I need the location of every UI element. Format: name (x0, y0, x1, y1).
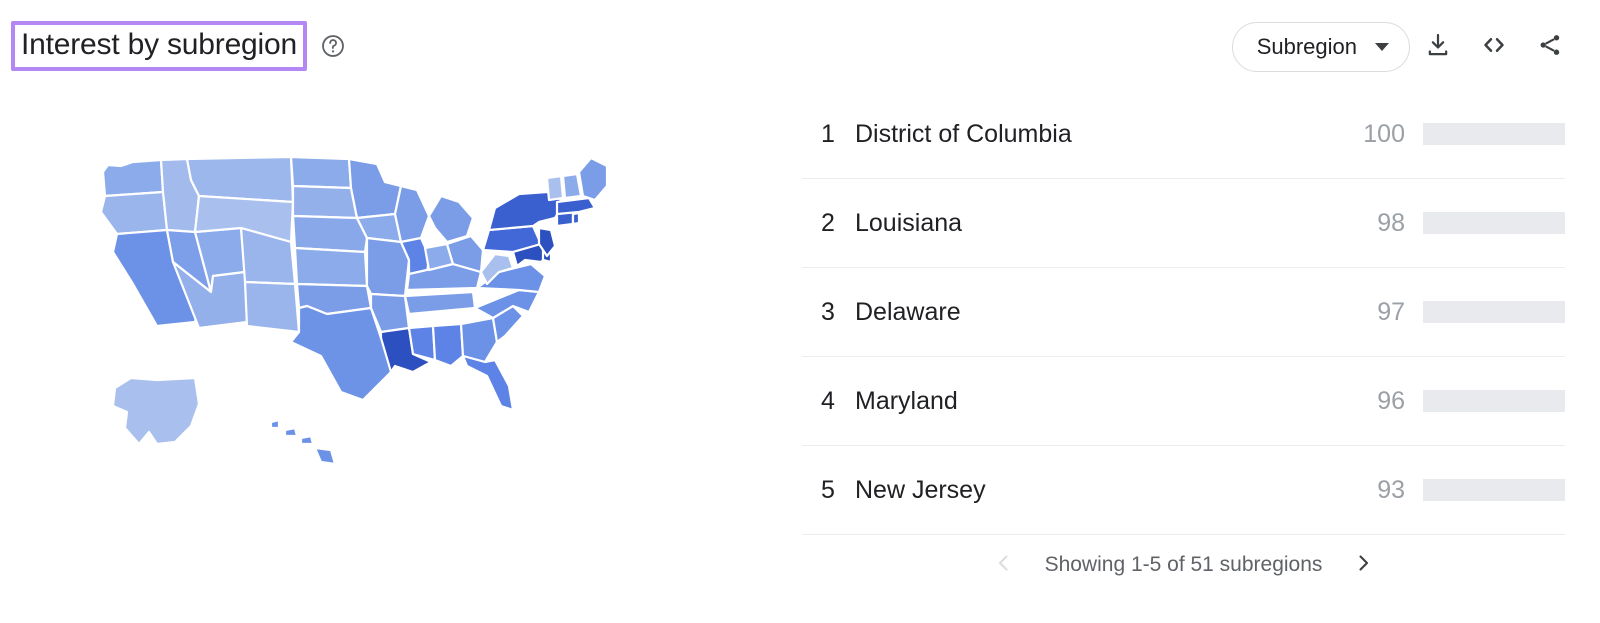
share-icon (1536, 31, 1564, 64)
table-row[interactable]: 4 Maryland 96 (802, 357, 1565, 446)
rank-number: 1 (821, 119, 835, 148)
rank-bar-track (1423, 301, 1565, 323)
rank-value: 93 (1377, 475, 1405, 504)
map-state-or[interactable] (99, 190, 169, 236)
rank-number: 5 (821, 475, 835, 504)
map-state-hi[interactable] (269, 418, 337, 466)
map-state-wa[interactable] (101, 158, 165, 198)
embed-button[interactable] (1466, 22, 1522, 72)
subregion-select-value: Subregion (1256, 34, 1357, 59)
map-state-ne[interactable] (291, 214, 369, 254)
rank-number: 2 (821, 208, 835, 237)
pagination-next-button[interactable] (1348, 550, 1378, 580)
download-button[interactable] (1410, 22, 1466, 72)
rank-bar-track (1423, 123, 1565, 145)
map-state-nh[interactable] (561, 172, 583, 200)
rank-region-name: New Jersey (855, 475, 986, 504)
map-panel (0, 96, 790, 623)
rank-bar-track (1423, 479, 1565, 501)
map-state-ga[interactable] (459, 316, 499, 364)
table-row[interactable]: 1 District of Columbia 100 (802, 90, 1565, 179)
pagination-status: Showing 1-5 of 51 subregions (1044, 553, 1323, 576)
pagination-prev-button[interactable] (989, 550, 1019, 580)
rank-number: 3 (821, 297, 835, 326)
title-area: Interest by subregion (11, 21, 347, 71)
chevron-right-icon (1351, 551, 1375, 580)
map-state-nm[interactable] (243, 280, 301, 334)
us-choropleth-map[interactable] (95, 156, 655, 486)
help-circle-icon[interactable] (319, 32, 347, 60)
rank-region-name: Maryland (855, 386, 958, 415)
table-row[interactable]: 5 New Jersey 93 (802, 446, 1565, 535)
map-state-al[interactable] (431, 322, 465, 368)
rank-bar-track (1423, 212, 1565, 234)
rank-value: 100 (1363, 119, 1405, 148)
panel-header: Interest by subregion Subregion (0, 0, 1600, 96)
rank-value: 98 (1377, 208, 1405, 237)
map-state-ms[interactable] (407, 324, 437, 362)
page-title-highlight: Interest by subregion (11, 21, 307, 71)
chart-toolbar: Subregion (1231, 22, 1578, 72)
map-state-me[interactable] (577, 156, 609, 202)
map-state-vt[interactable] (545, 174, 565, 202)
map-state-ks[interactable] (293, 246, 369, 288)
share-button[interactable] (1522, 22, 1578, 72)
table-row[interactable]: 3 Delaware 97 (802, 268, 1565, 357)
subregion-rank-list: 1 District of Columbia 100 2 Louisiana 9… (802, 90, 1565, 535)
map-state-wi[interactable] (393, 184, 431, 244)
table-row[interactable]: 2 Louisiana 98 (802, 179, 1565, 268)
rank-bar-track (1423, 390, 1565, 412)
embed-code-icon (1479, 30, 1509, 65)
rank-region-name: Louisiana (855, 208, 963, 237)
rank-region-name: Delaware (855, 297, 961, 326)
subregion-select[interactable]: Subregion (1231, 22, 1410, 72)
rank-number: 4 (821, 386, 835, 415)
map-state-ak[interactable] (111, 376, 201, 446)
map-state-ri[interactable] (571, 211, 581, 226)
download-icon (1424, 31, 1452, 64)
map-state-sd[interactable] (291, 184, 359, 220)
chevron-down-icon (1375, 43, 1389, 51)
page-title: Interest by subregion (21, 28, 297, 61)
map-state-nd[interactable] (289, 156, 353, 190)
pagination: Showing 1-5 of 51 subregions (802, 530, 1565, 600)
map-state-ma[interactable] (555, 196, 597, 216)
chevron-left-icon (992, 551, 1016, 580)
rank-value: 97 (1377, 297, 1405, 326)
map-state-tn[interactable] (403, 290, 477, 316)
map-state-mn[interactable] (347, 157, 403, 220)
map-state-fl[interactable] (461, 354, 515, 412)
map-state-mi[interactable] (427, 194, 475, 244)
rank-region-name: District of Columbia (855, 119, 1072, 148)
rank-value: 96 (1377, 386, 1405, 415)
